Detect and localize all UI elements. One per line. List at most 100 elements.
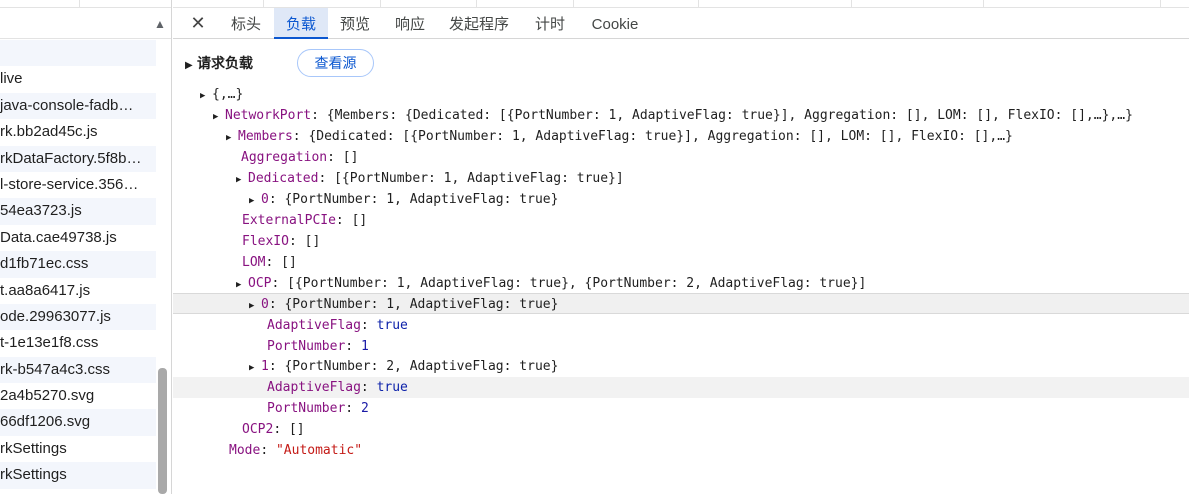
tree-key: Dedicated	[248, 171, 319, 186]
tree-row-lom[interactable]: LOM: []	[173, 252, 1189, 273]
triangle-right-icon[interactable]: ▶	[249, 191, 261, 210]
tab-timing[interactable]: 计时	[528, 8, 572, 39]
left-top-strip	[0, 0, 171, 8]
tree-row-ocp[interactable]: ▶ OCP: [{PortNumber: 1, AdaptiveFlag: tru…	[173, 273, 1189, 294]
column-divider[interactable]	[1160, 0, 1161, 8]
triangle-down-icon[interactable]: ▶	[249, 296, 261, 313]
close-icon[interactable]: ✕	[187, 12, 209, 34]
tree-key: AdaptiveFlag	[267, 318, 361, 333]
tree-row-ocp-0[interactable]: ▶ 0: {PortNumber: 1, AdaptiveFlag: true}	[173, 293, 1189, 314]
tree-row-dedicated-0[interactable]: ▶ 0: {PortNumber: 1, AdaptiveFlag: true}	[173, 189, 1189, 210]
sort-arrow-icon[interactable]: ▲	[154, 18, 166, 30]
tree-value: 1	[360, 339, 369, 354]
tree-row-ocp-1-adaptive[interactable]: AdaptiveFlag: true	[173, 377, 1189, 398]
tree-key: 0	[261, 297, 269, 312]
tree-row-ocp-1-port[interactable]: PortNumber: 2	[173, 398, 1189, 419]
tree-key: AdaptiveFlag	[267, 380, 361, 395]
tree-row-ocp-0-adaptive[interactable]: AdaptiveFlag: true	[173, 315, 1189, 336]
tree-value: true	[376, 318, 408, 333]
list-item[interactable]: rkSettings	[0, 436, 156, 462]
tree-row-flexio[interactable]: FlexIO: []	[173, 231, 1189, 252]
tree-key: OCP2	[242, 422, 274, 437]
scrollbar-thumb[interactable]	[158, 368, 167, 494]
tree-value: {PortNumber: 1, AdaptiveFlag: true}	[284, 192, 559, 207]
tree-key: Mode	[229, 443, 261, 458]
tree-row-members[interactable]: ▶ Members: {Dedicated: [{PortNumber: 1, A…	[173, 126, 1189, 147]
list-item[interactable]: t-1e13e1f8.css	[0, 330, 156, 356]
tree-value: {PortNumber: 1, AdaptiveFlag: true}	[284, 297, 559, 312]
tab-payload[interactable]: 负载	[274, 8, 328, 39]
column-divider[interactable]	[851, 0, 852, 8]
column-divider[interactable]	[983, 0, 984, 8]
request-list: live java-console-fadb… rk.bb2ad45c.js r…	[0, 40, 156, 494]
triangle-down-icon[interactable]: ▶	[226, 128, 238, 147]
triangle-down-icon[interactable]: ▶	[213, 107, 225, 126]
tab-response[interactable]: 响应	[387, 8, 433, 39]
list-item[interactable]: t.aa8a6417.js	[0, 278, 156, 304]
tree-value: []	[304, 234, 321, 249]
column-divider[interactable]	[476, 0, 477, 8]
tree-row-externalpcie[interactable]: ExternalPCIe: []	[173, 210, 1189, 231]
tree-value: {,…}	[212, 87, 244, 102]
payload-content: ▶ 请求负载 查看源 ▶ {,…} ▶ NetworkPort: {Members: …	[173, 40, 1189, 494]
list-item[interactable]: Data.cae49738.js	[0, 225, 156, 251]
section-title: 请求负载	[197, 55, 253, 71]
tree-value: "Automatic"	[275, 443, 363, 458]
tree-key: PortNumber	[267, 401, 346, 416]
tree-value: {Members: {Dedicated: [{PortNumber: 1, A…	[326, 108, 1133, 123]
tree-value: []	[288, 422, 305, 437]
tree-key: NetworkPort	[225, 108, 312, 123]
tree-value: {Dedicated: [{PortNumber: 1, AdaptiveFla…	[308, 129, 1013, 144]
tree-row-networkport[interactable]: ▶ NetworkPort: {Members: {Dedicated: [{Po…	[173, 105, 1189, 126]
request-list-header[interactable]: ▲	[0, 8, 171, 39]
tree-value: []	[342, 150, 359, 165]
list-item[interactable]: l-store-service.356…	[0, 172, 156, 198]
tree-row-ocp-0-port[interactable]: PortNumber: 1	[173, 336, 1189, 357]
list-item[interactable]: rk-b547a4c3.css	[0, 356, 156, 384]
view-source-button[interactable]: 查看源	[297, 49, 374, 77]
column-divider[interactable]	[573, 0, 574, 8]
column-divider[interactable]	[380, 0, 381, 8]
list-item[interactable]: 2a4b5270.svg	[0, 383, 156, 409]
list-item[interactable]	[0, 40, 156, 67]
tree-key: ExternalPCIe	[242, 213, 336, 228]
column-divider[interactable]	[263, 0, 264, 8]
tree-value: 2	[360, 401, 369, 416]
tree-value: []	[351, 213, 368, 228]
top-strip	[173, 0, 1189, 8]
request-payload-section[interactable]: ▶ 请求负载	[185, 53, 253, 73]
details-tabbar: ✕ 标头 负载 预览 响应 发起程序 计时 Cookie	[173, 8, 1189, 39]
column-divider[interactable]	[79, 0, 80, 8]
tree-row-root[interactable]: ▶ {,…}	[173, 84, 1189, 105]
list-item[interactable]: ode.29963077.js	[0, 303, 156, 331]
column-divider[interactable]	[698, 0, 699, 8]
list-item[interactable]: rkSettings	[0, 462, 156, 489]
triangle-down-icon[interactable]: ▶	[200, 86, 212, 105]
tab-cookie[interactable]: Cookie	[583, 8, 647, 39]
list-item[interactable]: live	[0, 66, 156, 92]
triangle-down-icon[interactable]: ▶	[236, 275, 248, 294]
tree-row-ocp2[interactable]: OCP2: []	[173, 419, 1189, 440]
triangle-right-icon[interactable]: ▶	[249, 358, 261, 377]
list-item[interactable]: 66df1206.svg	[0, 409, 156, 436]
tree-row-mode[interactable]: Mode: "Automatic"	[173, 440, 1189, 461]
tree-value: [{PortNumber: 1, AdaptiveFlag: true}]	[334, 171, 624, 186]
list-item[interactable]: rkDataFactory.5f8b…	[0, 145, 156, 172]
tree-row-dedicated[interactable]: ▶ Dedicated: [{PortNumber: 1, AdaptiveFla…	[173, 168, 1189, 189]
tree-key: OCP	[248, 276, 272, 291]
tree-row-ocp-1[interactable]: ▶ 1: {PortNumber: 2, AdaptiveFlag: true}	[173, 356, 1189, 377]
list-item[interactable]: d1fb71ec.css	[0, 251, 156, 278]
list-item[interactable]: java-console-fadb…	[0, 92, 156, 120]
tree-key: Members	[238, 129, 293, 144]
tab-preview[interactable]: 预览	[332, 8, 378, 39]
list-item[interactable]: rdSecurity	[0, 489, 156, 494]
tree-value: []	[281, 255, 297, 270]
list-item[interactable]: 54ea3723.js	[0, 198, 156, 225]
tree-row-aggregation[interactable]: Aggregation: []	[173, 147, 1189, 168]
tab-initiator[interactable]: 发起程序	[443, 8, 515, 39]
triangle-right-icon[interactable]: ▶	[185, 56, 197, 76]
list-item[interactable]: rk.bb2ad45c.js	[0, 119, 156, 145]
tree-value: {PortNumber: 2, AdaptiveFlag: true}	[284, 359, 559, 374]
triangle-down-icon[interactable]: ▶	[236, 170, 248, 189]
tab-headers[interactable]: 标头	[223, 8, 269, 39]
